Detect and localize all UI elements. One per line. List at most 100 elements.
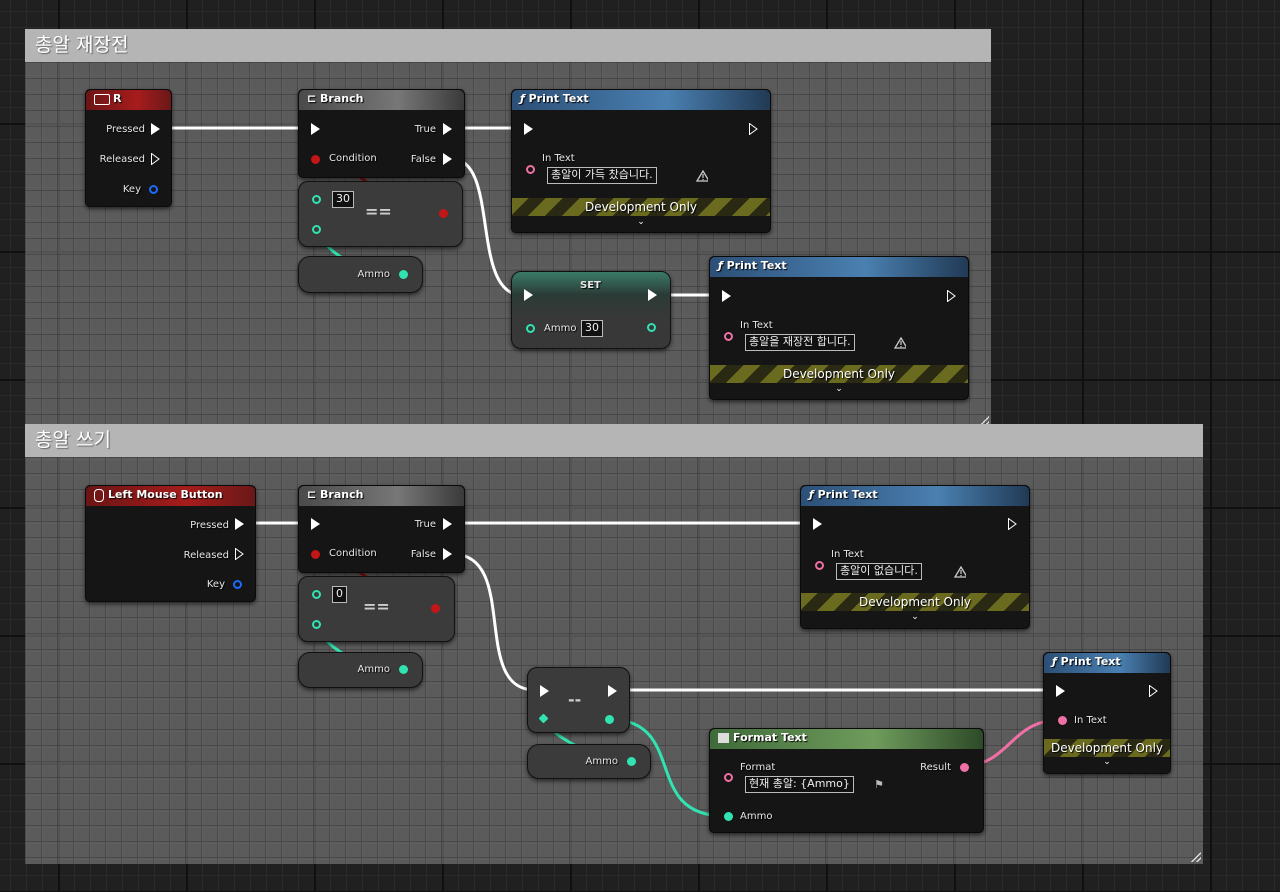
ammo-out-pin[interactable] — [399, 665, 408, 674]
exec-out-pin[interactable] — [1008, 518, 1017, 530]
resize-handle-icon[interactable] — [1191, 852, 1201, 862]
expand-chevron-icon[interactable]: ⌄ — [801, 612, 1029, 622]
development-only-banner: Development Only — [710, 365, 968, 383]
comment-title[interactable]: 총알 쓰기 — [25, 424, 1203, 457]
node-title: Left Mouse Button — [86, 486, 255, 506]
released-label: Released — [99, 154, 145, 165]
exec-in-pin[interactable] — [1056, 685, 1065, 697]
in-text-field[interactable]: 총알이 없습니다. — [836, 563, 922, 580]
pressed-label: Pressed — [190, 520, 229, 531]
ammo-label: Ammo — [585, 756, 618, 767]
equal-operator: == — [363, 597, 390, 616]
ammo-value-field[interactable]: 30 — [581, 320, 603, 337]
function-icon: ƒ — [718, 259, 727, 272]
exec-out-pin[interactable] — [648, 289, 657, 301]
released-label: Released — [183, 550, 229, 561]
exec-in-pin[interactable] — [813, 518, 822, 530]
a-in-pin[interactable] — [312, 195, 321, 204]
expand-chevron-icon[interactable]: ⌄ — [1044, 757, 1170, 767]
condition-in-pin[interactable] — [311, 550, 320, 559]
ammo-out-pin[interactable] — [399, 270, 408, 279]
condition-label: Condition — [329, 548, 377, 559]
flag-icon[interactable]: ⚑ — [874, 778, 884, 791]
in-text-label: In Text — [831, 549, 864, 560]
set-title: SET — [580, 280, 601, 291]
expand-chevron-icon[interactable]: ⌄ — [710, 384, 968, 394]
warning-icon — [696, 170, 708, 182]
print-text-node[interactable]: ƒ Print Text In Text Development Only ⌄ — [1043, 652, 1171, 774]
exec-in-pin[interactable] — [311, 518, 320, 530]
bool-out-pin[interactable] — [431, 604, 440, 613]
ammo-in-pin[interactable] — [538, 713, 549, 724]
exec-in-pin[interactable] — [311, 123, 320, 135]
format-label: Format — [740, 762, 776, 773]
exec-out-pin[interactable] — [608, 685, 617, 697]
in-text-pin[interactable] — [815, 561, 824, 570]
ammo-in-pin[interactable] — [526, 324, 535, 333]
ammo-getter-node[interactable]: Ammo — [298, 652, 423, 688]
print-text-node[interactable]: ƒ Print Text In Text 총알이 없습니다. Developme… — [800, 485, 1030, 629]
set-node[interactable]: SET Ammo 30 — [511, 271, 671, 349]
branch-icon: ⊏ — [307, 488, 321, 501]
exec-out-pin-true[interactable] — [443, 518, 452, 530]
branch-node[interactable]: ⊏ Branch Condition True False — [298, 485, 465, 573]
equal-node[interactable]: 0 == — [298, 576, 455, 642]
condition-in-pin[interactable] — [311, 155, 320, 164]
exec-in-pin[interactable] — [524, 123, 533, 135]
ammo-out-pin[interactable] — [605, 715, 614, 724]
exec-out-pin-false[interactable] — [443, 153, 452, 165]
exec-out-pin-released[interactable] — [151, 153, 160, 165]
exec-in-pin[interactable] — [540, 685, 549, 697]
key-event-node-left-mouse[interactable]: Left Mouse Button Pressed Released Key — [85, 485, 256, 602]
in-text-pin[interactable] — [1058, 716, 1067, 725]
format-text-node[interactable]: Format Text Format 현재 총알: {Ammo} ⚑ Resul… — [709, 728, 984, 833]
false-label: False — [410, 549, 436, 560]
equal-operator: == — [365, 202, 392, 221]
equal-node[interactable]: 30 == — [298, 181, 463, 247]
exec-out-pin[interactable] — [1149, 685, 1158, 697]
exec-out-pin-pressed[interactable] — [151, 123, 160, 135]
true-label: True — [414, 519, 436, 530]
in-text-pin[interactable] — [526, 165, 535, 174]
ammo-getter-node[interactable]: Ammo — [298, 256, 423, 293]
result-out-pin[interactable] — [960, 763, 969, 772]
exec-in-pin[interactable] — [524, 289, 533, 301]
exec-out-pin-pressed[interactable] — [235, 518, 244, 530]
compare-value-field[interactable]: 0 — [332, 586, 347, 603]
development-only-banner: Development Only — [801, 593, 1029, 611]
decrement-node[interactable]: -- — [527, 667, 630, 733]
in-text-field[interactable]: 총알이 가득 찼습니다. — [547, 167, 657, 184]
b-in-pin[interactable] — [312, 225, 321, 234]
exec-out-pin[interactable] — [947, 290, 956, 302]
format-in-pin[interactable] — [724, 773, 733, 782]
in-text-pin[interactable] — [724, 332, 733, 341]
exec-in-pin[interactable] — [722, 290, 731, 302]
ammo-in-pin[interactable] — [724, 812, 733, 821]
in-text-field[interactable]: 총알을 재장전 합니다. — [745, 334, 855, 351]
b-in-pin[interactable] — [312, 620, 321, 629]
compare-value-field[interactable]: 30 — [332, 191, 354, 208]
bool-out-pin[interactable] — [439, 209, 448, 218]
branch-node[interactable]: ⊏ Branch Condition True False — [298, 89, 465, 178]
exec-out-pin[interactable] — [749, 123, 758, 135]
development-only-banner: Development Only — [1044, 739, 1170, 757]
expand-chevron-icon[interactable]: ⌄ — [512, 217, 770, 227]
result-label: Result — [920, 762, 951, 773]
format-value-field[interactable]: 현재 총알: {Ammo} — [745, 776, 854, 793]
a-in-pin[interactable] — [312, 590, 321, 599]
key-out-pin[interactable] — [149, 185, 158, 194]
comment-title[interactable]: 총알 재장전 — [25, 29, 991, 62]
in-text-label: In Text — [542, 153, 575, 164]
exec-out-pin-true[interactable] — [443, 123, 452, 135]
pressed-label: Pressed — [106, 124, 145, 135]
print-text-node[interactable]: ƒ Print Text In Text 총알을 재장전 합니다. Develo… — [709, 256, 969, 400]
ammo-label: Ammo — [740, 811, 773, 822]
exec-out-pin-released[interactable] — [235, 548, 244, 560]
key-event-node-r[interactable]: R Pressed Released Key — [85, 89, 172, 207]
ammo-getter-node[interactable]: Ammo — [527, 744, 651, 779]
print-text-node[interactable]: ƒ Print Text In Text 총알이 가득 찼습니다. Develo… — [511, 89, 771, 233]
key-out-pin[interactable] — [233, 580, 242, 589]
ammo-out-pin[interactable] — [647, 323, 656, 332]
ammo-out-pin[interactable] — [627, 757, 636, 766]
exec-out-pin-false[interactable] — [443, 548, 452, 560]
